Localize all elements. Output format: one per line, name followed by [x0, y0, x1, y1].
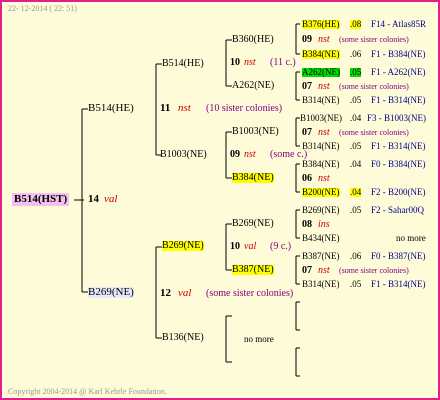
gen4-2-info: F1 - B384(NE) — [371, 49, 426, 59]
gen4-9-val: .04 — [350, 159, 362, 169]
gen4-6-info: F3 - B1003(NE) — [367, 113, 426, 123]
root-age: 14 — [88, 193, 99, 205]
gen4-11-id: B200(NE) — [302, 187, 340, 197]
gen2-b-age: 09 — [230, 149, 240, 160]
gen4-12-val: .05 — [350, 205, 362, 215]
gen4-14-id: B434(NE) — [302, 233, 340, 243]
gen4-0-info: F14 - Atlas85R — [371, 19, 427, 29]
gen4-11-val: .04 — [350, 187, 362, 197]
gen4-2-id: B384(NE) — [302, 49, 340, 59]
gen4-12-id: B269(NE) — [302, 205, 340, 215]
gen2-c-note: (9 c.) — [270, 241, 292, 252]
root-id: B514(HST) — [12, 193, 70, 206]
gen4-5-info: F1 - B314(NE) — [371, 95, 426, 105]
gen4-15-id: B387(NE) — [302, 251, 340, 261]
gen4-10-label: nst — [318, 173, 330, 184]
gen4-1-note: (some sister colonies) — [339, 35, 409, 44]
gen2-b-id: B1003(NE) — [160, 149, 207, 160]
gen4-12-info: F2 - Sahar00Q — [371, 205, 424, 215]
gen2-c-label: val — [244, 241, 257, 252]
gen4-4-label: nst — [318, 81, 330, 92]
gen4-4-age: 07 — [302, 81, 312, 92]
gen4-17-info: F1 - B314(NE) — [371, 279, 426, 289]
gen4-16-label: nst — [318, 265, 330, 276]
gen3-a1-id: B360(HE) — [232, 34, 274, 45]
gen4-4-note: (some sister colonies) — [339, 82, 409, 91]
gen1-bottom-age: 12 — [160, 287, 171, 299]
gen1-bottom-note: (some sister colonies) — [206, 288, 294, 299]
gen1-top-note: (10 sister colonies) — [206, 103, 283, 114]
gen3-c1-id: B269(NE) — [232, 218, 274, 229]
gen4-16-note: (some sister colonies) — [339, 266, 409, 275]
gen4-11-info: F2 - B200(NE) — [371, 187, 426, 197]
gen1-bottom-id: B269(NE) — [88, 286, 134, 298]
gen4-9-info: F0 - B384(NE) — [371, 159, 426, 169]
gen1-bottom-label: val — [178, 287, 192, 299]
gen4-3-id: A262(NE) — [302, 67, 340, 77]
gen4-0-val: .08 — [350, 19, 362, 29]
root-label: val — [104, 193, 118, 205]
gen4-8-id: B314(NE) — [302, 141, 340, 151]
gen2-c-id: B269(NE) — [162, 240, 204, 251]
gen4-3-val: .05 — [350, 67, 362, 77]
gen2-d-note: no more — [244, 334, 274, 344]
gen4-16-age: 07 — [302, 265, 312, 276]
gen4-13-age: 08 — [302, 219, 312, 230]
gen4-3-info: F1 - A262(NE) — [371, 67, 426, 77]
gen4-13-label: ins — [318, 219, 330, 230]
gen2-a-note: (11 c.) — [270, 57, 296, 68]
gen4-7-age: 07 — [302, 127, 312, 138]
gen4-9-id: B384(NE) — [302, 159, 340, 169]
gen1-top-age: 11 — [160, 102, 171, 114]
gen4-2-val: .06 — [350, 49, 362, 59]
gen3-b1-id: B1003(NE) — [232, 126, 279, 137]
gen4-7-label: nst — [318, 127, 330, 138]
gen2-d-id: B136(NE) — [162, 332, 204, 343]
gen4-5-val: .05 — [350, 95, 362, 105]
gen1-top-id: B514(HE) — [88, 102, 134, 114]
gen4-15-info: F0 - B387(NE) — [371, 251, 426, 261]
gen4-1-age: 09 — [302, 34, 312, 45]
gen2-a-age: 10 — [230, 57, 240, 68]
timestamp: 22- 12-2014 ( 22: 51) — [8, 4, 77, 13]
gen4-15-val: .06 — [350, 251, 362, 261]
gen4-6-id: B1003(NE) — [300, 113, 342, 123]
gen4-17-val: .05 — [350, 279, 362, 289]
gen3-c2-id: B387(NE) — [232, 264, 274, 275]
gen4-17-id: B314(NE) — [302, 279, 340, 289]
gen3-b2-id: B384(NE) — [232, 172, 274, 183]
gen2-b-label: nst — [244, 149, 256, 160]
gen1-top-label: nst — [178, 102, 191, 114]
gen4-10-age: 06 — [302, 173, 312, 184]
gen2-a-label: nst — [244, 57, 256, 68]
gen4-0-id: B376(HE) — [302, 19, 340, 29]
gen4-8-info: F1 - B314(NE) — [371, 141, 426, 151]
pedigree-frame: 22- 12-2014 ( 22: 51) Copyright 2004-201… — [0, 0, 440, 400]
gen4-7-note: (some sister colonies) — [339, 128, 409, 137]
gen4-1-label: nst — [318, 34, 330, 45]
gen2-c-age: 10 — [230, 241, 240, 252]
copyright: Copyright 2004-2014 @ Karl Kehrle Founda… — [8, 387, 167, 396]
gen4-14-info: no more — [396, 233, 426, 243]
gen2-a-id: B514(HE) — [162, 58, 204, 69]
gen3-a2-id: A262(NE) — [232, 80, 275, 91]
gen4-6-val: .04 — [350, 113, 362, 123]
gen4-8-val: .05 — [350, 141, 362, 151]
gen4-5-id: B314(NE) — [302, 95, 340, 105]
